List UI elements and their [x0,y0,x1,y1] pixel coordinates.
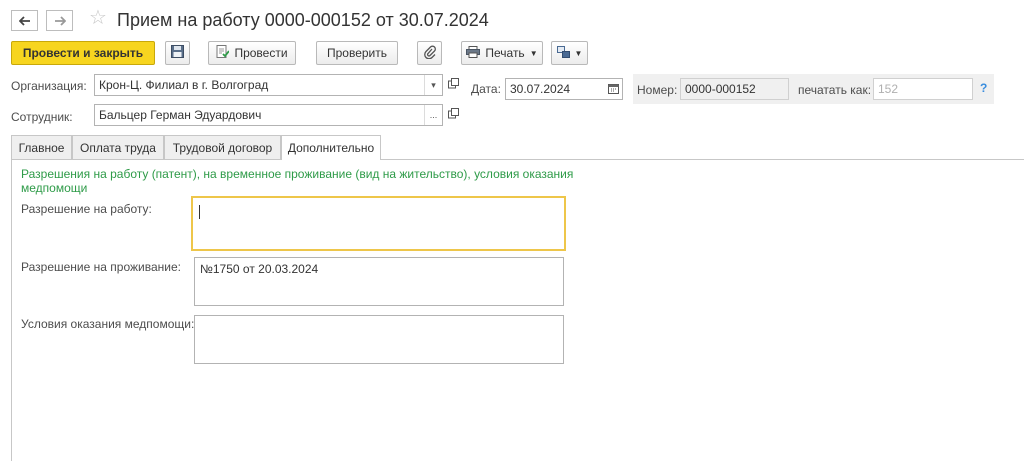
organization-label: Организация: [11,79,87,93]
dropdown-button[interactable]: ▾ [424,75,442,95]
tab-label: Оплата труда [80,140,156,155]
residence-permit-input[interactable]: №1750 от 20.03.2024 [194,257,564,306]
calendar-icon [607,83,619,96]
date-field[interactable]: 30.07.2024 [505,78,623,100]
chevron-down-icon: ▾ [431,79,436,90]
structure-icon [556,45,570,61]
number-field[interactable]: 0000-000152 [680,78,789,100]
structure-button[interactable]: ▼ [551,41,588,65]
date-value: 30.07.2024 [510,82,571,96]
star-icon[interactable]: ☆ [89,8,107,28]
residence-permit-label: Разрешение на проживание: [21,260,181,274]
paperclip-icon [423,45,436,62]
attach-button[interactable] [417,41,442,65]
post-and-close-label: Провести и закрыть [22,46,144,60]
post-button[interactable]: Провести [208,41,296,65]
residence-permit-value: №1750 от 20.03.2024 [200,262,319,276]
save-button[interactable] [165,41,190,65]
employee-field[interactable]: Бальцер Герман Эдуардович ... [94,104,443,126]
chevron-down-icon: ▼ [574,48,583,58]
post-label: Провести [234,46,288,60]
tab-additional[interactable]: Дополнительно [281,135,381,160]
check-label: Проверить [326,46,387,60]
employee-label: Сотрудник: [11,110,73,124]
medical-care-label: Условия оказания медпомощи: [21,317,195,331]
number-value: 0000-000152 [685,82,756,96]
arrow-right-icon [54,14,66,28]
tab-main[interactable]: Главное [11,135,72,159]
tab-label: Главное [18,140,65,155]
tab-label: Трудовой договор [172,140,273,155]
chevron-down-icon: ▼ [529,48,538,58]
organization-value: Крон-Ц. Филиал в г. Волгоград [99,78,269,92]
open-icon [447,108,459,122]
print-as-label: печатать как: [798,83,872,97]
work-permit-label: Разрешение на работу: [21,202,152,216]
open-icon [447,78,459,92]
print-label: Печать [485,46,525,60]
section-note: Разрешения на работу (патент), на времен… [21,167,574,195]
print-button[interactable]: Печать ▼ [461,41,543,65]
tab-contract[interactable]: Трудовой договор [164,135,281,159]
forward-button[interactable] [46,10,73,31]
medical-care-input[interactable] [194,315,564,364]
open-organization-button[interactable] [444,75,462,95]
arrow-left-icon [18,14,31,28]
tab-divider [11,159,1024,160]
open-employee-button[interactable] [444,105,462,125]
employee-value: Бальцер Герман Эдуардович [99,108,262,122]
post-icon [216,45,231,61]
text-caret [199,205,200,219]
save-icon [171,45,184,61]
help-link[interactable]: ? [980,81,987,95]
select-button[interactable]: ... [424,105,442,125]
tab-label: Дополнительно [287,141,375,155]
page-title: Прием на работу 0000-000152 от 30.07.202… [117,10,489,30]
panel-border [11,159,12,461]
printer-icon [466,45,481,61]
organization-field[interactable]: Крон-Ц. Филиал в г. Волгоград ▾ [94,74,443,96]
ellipsis-icon: ... [429,110,438,120]
print-as-value: 152 [878,82,899,96]
print-as-field[interactable]: 152 [873,78,973,100]
work-permit-input[interactable] [191,196,566,251]
check-button[interactable]: Проверить [316,41,398,65]
date-label: Дата: [471,82,501,96]
back-button[interactable] [11,10,38,31]
calendar-button[interactable] [604,79,622,99]
tab-salary[interactable]: Оплата труда [72,135,164,159]
number-label: Номер: [637,83,678,97]
post-and-close-button[interactable]: Провести и закрыть [11,41,155,65]
